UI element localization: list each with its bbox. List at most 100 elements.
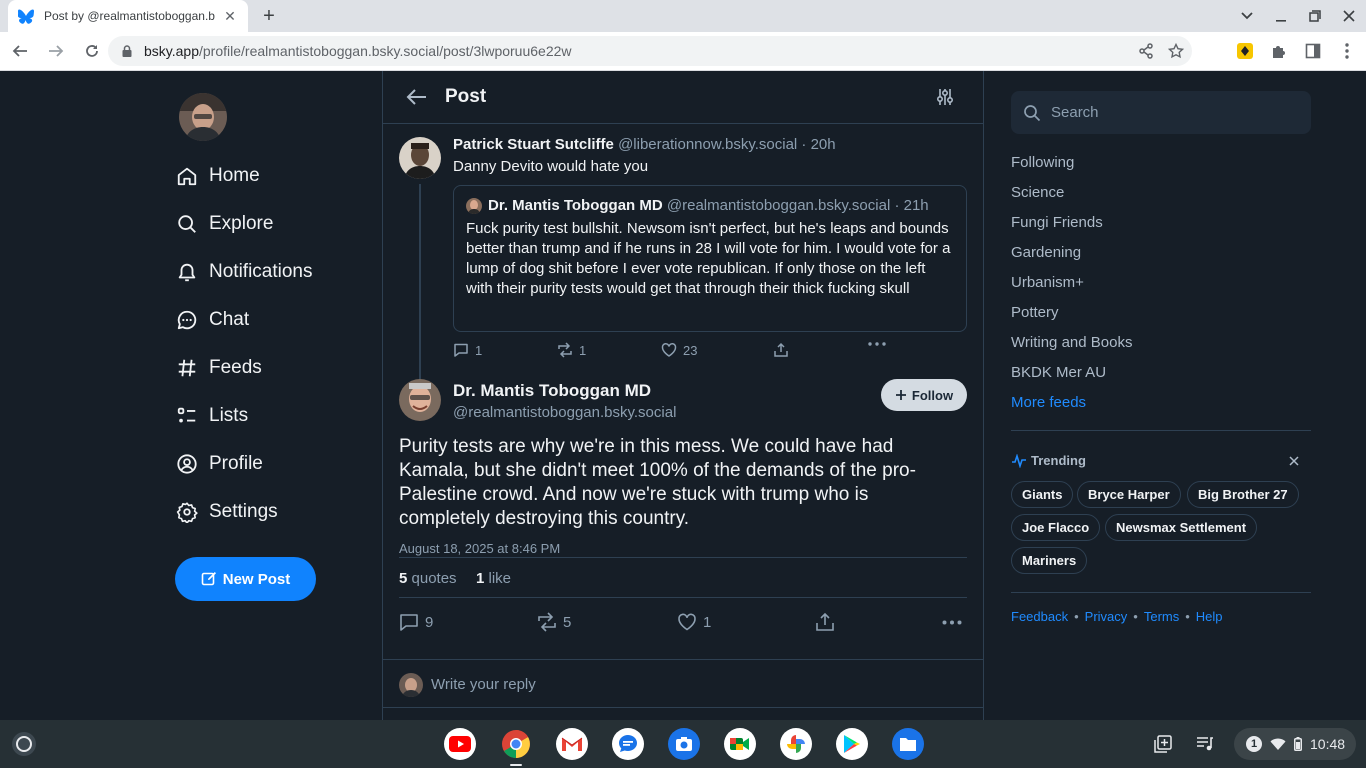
search-input[interactable]: Search (1011, 91, 1311, 134)
nav-profile[interactable]: Profile (175, 444, 263, 484)
tray-buttons (1148, 728, 1220, 760)
restore-icon[interactable] (1298, 0, 1332, 32)
reply-button[interactable]: 9 (399, 612, 433, 632)
quotes-stat[interactable]: 5 quotes (399, 570, 457, 587)
launcher-icon[interactable] (12, 732, 36, 756)
camera-icon[interactable] (668, 728, 700, 760)
parent-author-handle[interactable]: @liberationnow.bsky.social · 20h (618, 136, 836, 153)
meet-icon[interactable] (724, 728, 756, 760)
minimize-icon[interactable] (1264, 0, 1298, 32)
footer-terms-link[interactable]: Terms (1144, 609, 1179, 624)
main-author-name[interactable]: Dr. Mantis Toboggan MD (453, 381, 651, 401)
feed-link[interactable]: Urbanism+ (1011, 274, 1084, 291)
parent-reply-button[interactable]: 1 (453, 342, 482, 358)
trending-chip[interactable]: Big Brother 27 (1187, 481, 1299, 508)
gmail-icon[interactable] (556, 728, 588, 760)
close-icon[interactable] (1287, 454, 1301, 468)
files-icon[interactable] (892, 728, 924, 760)
back-icon[interactable] (4, 35, 36, 67)
feed-link[interactable]: Science (1011, 184, 1064, 201)
footer-help-link[interactable]: Help (1196, 609, 1223, 624)
feed-link[interactable]: Gardening (1011, 244, 1081, 261)
feed-link[interactable]: BKDK Mer AU (1011, 364, 1106, 381)
trending-chip[interactable]: Bryce Harper (1077, 481, 1181, 508)
url-text: bsky.app/profile/realmantistoboggan.bsky… (144, 43, 572, 59)
share-icon[interactable] (1138, 43, 1154, 59)
main-author-handle[interactable]: @realmantistoboggan.bsky.social (453, 404, 676, 421)
likes-stat[interactable]: 1 like (476, 570, 511, 587)
nav-lists[interactable]: Lists (175, 396, 248, 436)
address-bar[interactable]: bsky.app/profile/realmantistoboggan.bsky… (108, 36, 1192, 66)
parent-post[interactable]: Patrick Stuart Sutcliffe @liberationnow.… (383, 124, 983, 380)
footer-feedback-link[interactable]: Feedback (1011, 609, 1068, 624)
more-button[interactable] (942, 620, 962, 625)
extensions-puzzle-icon[interactable] (1266, 36, 1292, 66)
trending-chip[interactable]: Joe Flacco (1011, 514, 1101, 541)
follow-button[interactable]: Follow (881, 379, 967, 411)
forward-icon[interactable] (40, 35, 72, 67)
footer-privacy-link[interactable]: Privacy (1085, 609, 1128, 624)
share-button[interactable] (815, 612, 835, 632)
main-author-avatar[interactable] (399, 379, 441, 421)
tab-search-icon[interactable] (1230, 0, 1264, 32)
status-area[interactable]: 1 10:48 (1234, 728, 1356, 760)
parent-post-text: Danny Devito would hate you (453, 158, 649, 175)
youtube-icon[interactable] (444, 728, 476, 760)
trending-chip[interactable]: Giants (1011, 481, 1074, 508)
thread-options-icon[interactable] (935, 87, 955, 107)
heart-icon (661, 342, 677, 357)
feed-link[interactable]: Following (1011, 154, 1074, 171)
trending-title: Trending (1031, 453, 1086, 468)
feed-link[interactable]: Pottery (1011, 304, 1059, 321)
parent-repost-button[interactable]: 1 (557, 342, 586, 358)
chrome-menu-icon[interactable] (1334, 36, 1360, 66)
extension-badge-icon[interactable] (1232, 36, 1258, 66)
nav-settings[interactable]: Settings (175, 492, 278, 532)
user-circle-icon (175, 452, 199, 476)
nav-explore[interactable]: Explore (175, 204, 273, 244)
parent-share-button[interactable] (773, 342, 789, 358)
trending-chip[interactable]: Newsmax Settlement (1105, 514, 1258, 541)
feed-link[interactable]: Fungi Friends (1011, 214, 1103, 231)
parent-like-button[interactable]: 23 (661, 342, 697, 358)
messages-icon[interactable] (612, 728, 644, 760)
repost-icon (538, 612, 556, 632)
nav-home[interactable]: Home (175, 156, 260, 196)
nav-home-label: Home (209, 165, 260, 186)
quoted-post[interactable]: Dr. Mantis Toboggan MD @realmantistobogg… (453, 185, 967, 332)
page-title: Post (445, 86, 487, 107)
new-tab-button[interactable]: + (258, 6, 280, 28)
quotes-count: 5 (399, 570, 408, 587)
extension-toolbar (1232, 36, 1360, 66)
more-dots-icon (868, 342, 886, 346)
close-window-icon[interactable] (1332, 0, 1366, 32)
hash-icon (175, 356, 199, 380)
reload-icon[interactable] (76, 35, 108, 67)
parent-more-button[interactable] (868, 342, 886, 346)
holding-space-icon[interactable] (1148, 728, 1178, 760)
play-store-icon[interactable] (836, 728, 868, 760)
chrome-icon[interactable] (500, 728, 532, 766)
parent-author-avatar[interactable] (399, 137, 441, 179)
media-controls-icon[interactable] (1190, 728, 1220, 760)
nav-chat[interactable]: Chat (175, 300, 249, 340)
new-post-button[interactable]: New Post (175, 557, 316, 601)
nav-notifications[interactable]: Notifications (175, 252, 313, 292)
back-arrow-icon[interactable] (405, 85, 429, 109)
photos-icon[interactable] (780, 728, 812, 760)
browser-tab[interactable]: Post by @realmantistoboggan.b ✕ (8, 0, 248, 32)
tab-close-icon[interactable]: ✕ (222, 8, 238, 24)
bluesky-app: Home Explore Notifications Chat Feeds Li… (0, 71, 1366, 720)
parent-author-name[interactable]: Patrick Stuart Sutcliffe (453, 136, 614, 153)
bluesky-butterfly-icon (18, 9, 34, 24)
nav-feeds[interactable]: Feeds (175, 348, 262, 388)
reply-composer[interactable]: Write your reply (383, 659, 983, 708)
trending-chip[interactable]: Mariners (1011, 547, 1088, 574)
repost-button[interactable]: 5 (537, 612, 571, 632)
side-panel-icon[interactable] (1300, 36, 1326, 66)
my-avatar[interactable] (179, 93, 227, 141)
like-button[interactable]: 1 (677, 612, 711, 632)
bookmark-star-icon[interactable] (1168, 43, 1184, 59)
more-feeds-link[interactable]: More feeds (1011, 394, 1086, 411)
feed-link[interactable]: Writing and Books (1011, 334, 1132, 351)
